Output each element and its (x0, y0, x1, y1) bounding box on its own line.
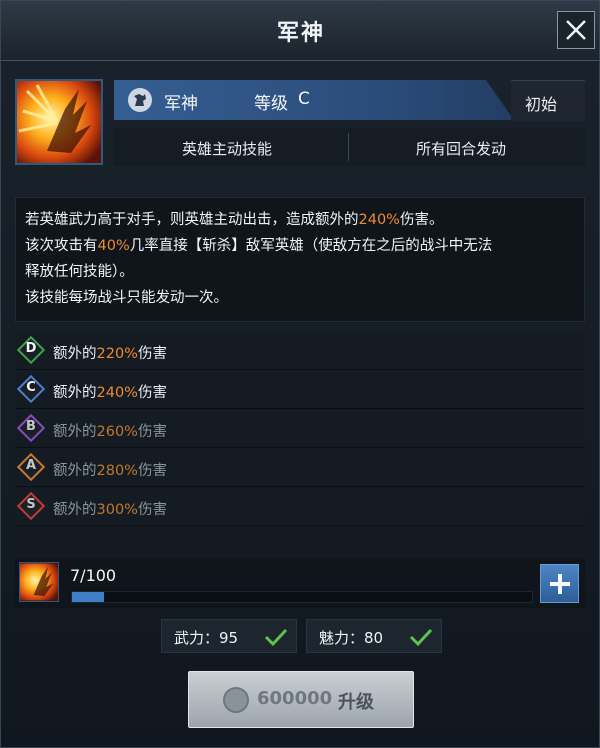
skill-name: 军神 (164, 94, 198, 114)
skill-trigger: 所有回合发动 (416, 140, 507, 158)
skill-icon (15, 79, 103, 165)
desc-line-2: 该次攻击有40%几率直接【斩杀】敌军英雄（使敌方在之后的战斗中无法 (25, 238, 493, 254)
desc-line-1: 若英雄武力高于对手，则英雄主动出击，造成额外的240%伤害。 (25, 212, 444, 228)
skill-info-row: 英雄主动技能 所有回合发动 (114, 128, 586, 166)
skill-detail-panel: 军神 军神 等级 C 初始 英雄主动技能 所有回合发动 若英雄武力高于对手，则英… (0, 0, 600, 748)
tier-effect: 额外的300%伤害 (53, 502, 167, 518)
grade-letter: S (26, 497, 36, 512)
skill-description: 若英雄武力高于对手，则英雄主动出击，造成额外的240%伤害。 该次攻击有40%几… (15, 197, 585, 322)
window-title: 军神 (276, 21, 325, 46)
progress-fill (72, 592, 105, 602)
close-icon (566, 20, 586, 40)
charm-label: 魅力：80 (319, 629, 384, 647)
check-icon (264, 628, 288, 647)
force-requirement: 武力：95 (161, 619, 297, 653)
skill-icon-small (19, 562, 59, 602)
divider (348, 133, 349, 161)
progress-text: 7/100 (70, 566, 117, 585)
tier-effect: 额外的260%伤害 (53, 424, 167, 440)
tier-effect: 额外的220%伤害 (53, 346, 167, 362)
grade-letter: B (26, 419, 36, 434)
tier-effect: 额外的240%伤害 (53, 385, 167, 401)
flame-wing-icon (17, 81, 101, 163)
title-bar: 军神 (1, 1, 599, 61)
flame-wing-icon (20, 563, 58, 601)
close-button[interactable] (557, 11, 595, 49)
skill-progress: 7/100 (15, 558, 585, 608)
skill-header-bar: 军神 等级 C (114, 80, 514, 120)
progress-bar (71, 591, 533, 603)
upgrade-label: 升级 (338, 692, 374, 713)
skill-type: 英雄主动技能 (182, 140, 273, 158)
grade-value: C (298, 89, 310, 109)
tier-effect: 额外的280%伤害 (53, 463, 167, 479)
grade-letter: C (26, 380, 36, 395)
tier-row-s: S 额外的300%伤害 (15, 490, 585, 526)
tier-row-b: B 额外的260%伤害 (15, 412, 585, 448)
grade-letter: D (25, 341, 37, 356)
charm-requirement: 魅力：80 (306, 619, 442, 653)
plus-icon (550, 574, 570, 594)
initial-tag-label: 初始 (525, 95, 558, 114)
check-icon (409, 628, 433, 647)
initial-tag: 初始 (511, 80, 585, 121)
upgrade-cost: 600000 (257, 688, 333, 709)
desc-line-3: 释放任何技能）。 (25, 264, 134, 280)
tier-row-d: D 额外的220%伤害 (15, 334, 585, 370)
tier-row-c: C 额外的240%伤害 (15, 373, 585, 409)
grade-label: 等级 (254, 94, 288, 114)
force-label: 武力：95 (174, 629, 239, 647)
upgrade-button[interactable]: 600000 升级 (188, 671, 414, 728)
grade-letter: A (25, 458, 37, 473)
add-progress-button[interactable] (540, 564, 579, 603)
hero-icon (128, 88, 152, 112)
silver-coin-icon (223, 687, 249, 713)
tier-row-a: A 额外的280%伤害 (15, 451, 585, 487)
desc-line-4: 该技能每场战斗只能发动一次。 (25, 290, 228, 306)
